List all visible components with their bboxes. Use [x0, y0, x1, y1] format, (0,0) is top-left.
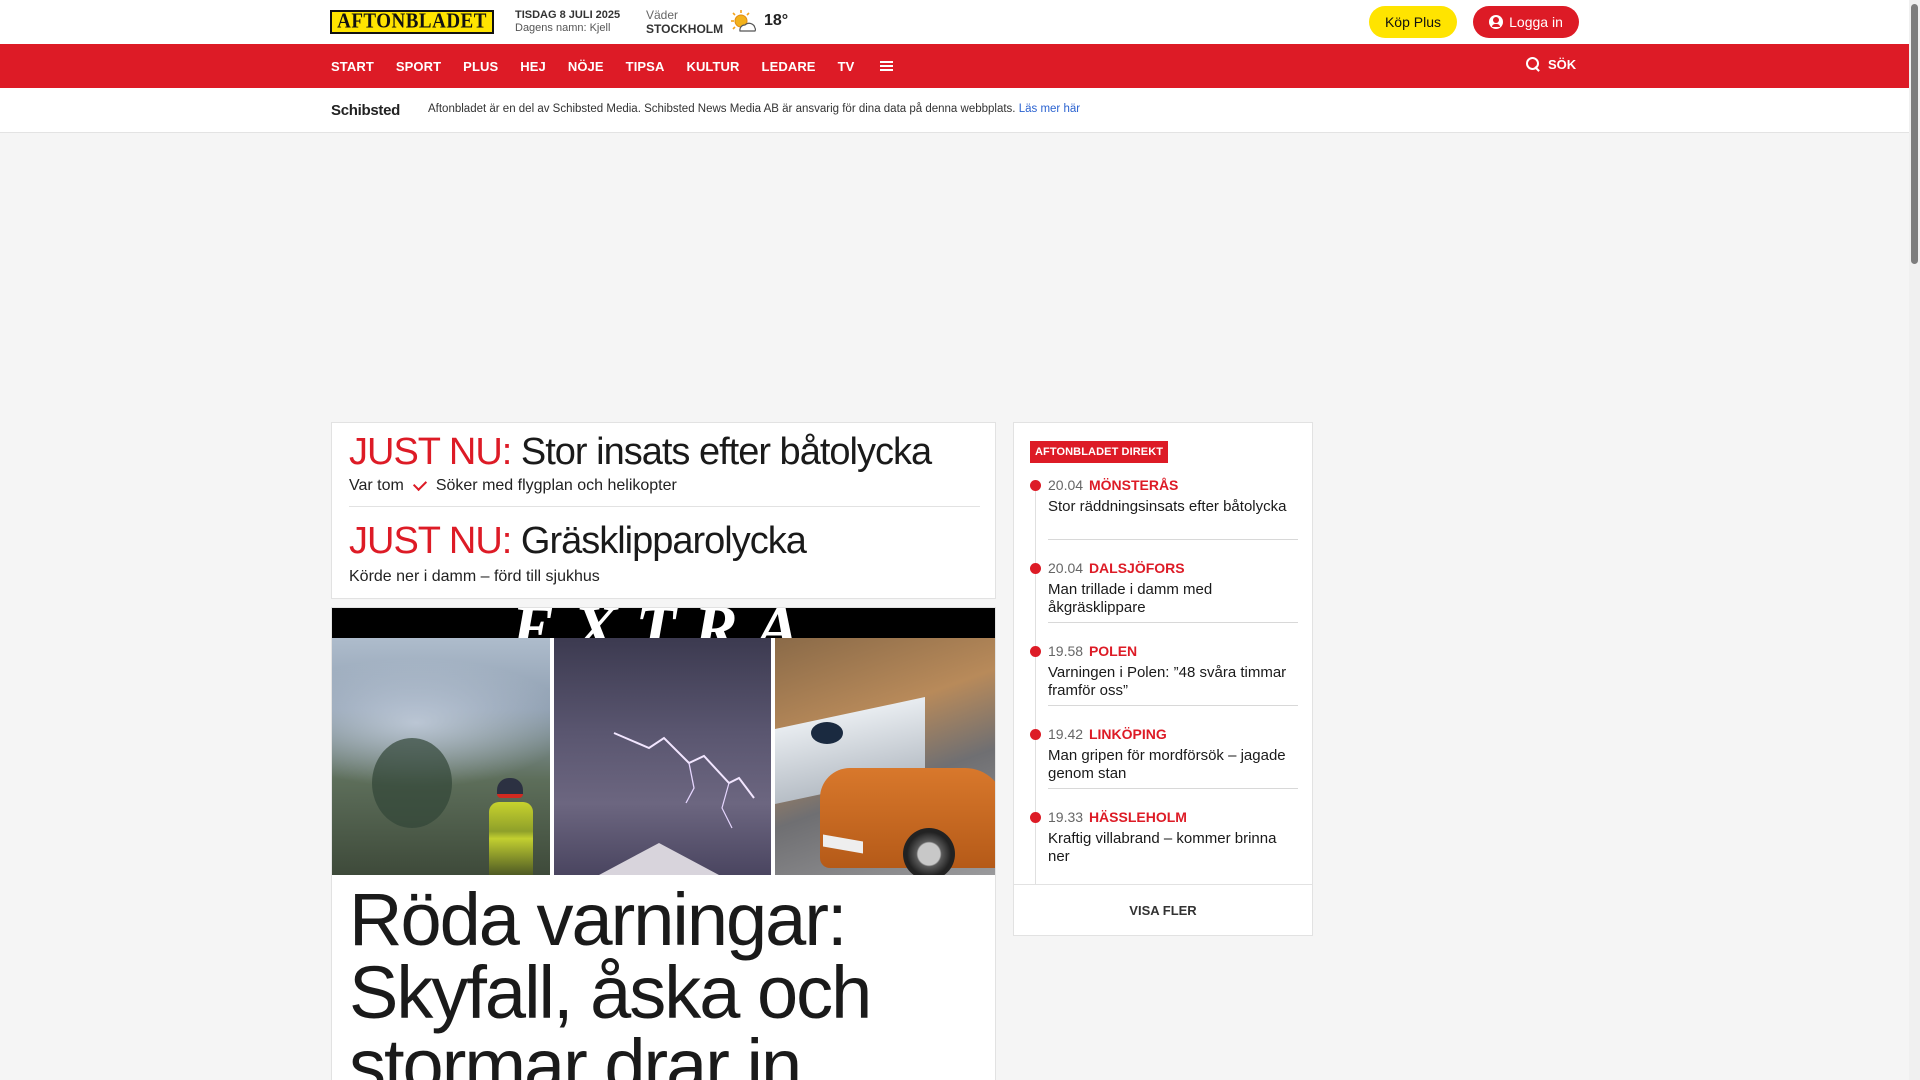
extra-banner: EXTRA: [332, 608, 995, 638]
divider: [1048, 705, 1298, 706]
nav-item-noje[interactable]: NÖJE: [568, 59, 604, 74]
divider: [1048, 539, 1298, 540]
buy-plus-button[interactable]: Köp Plus: [1369, 6, 1457, 38]
direkt-headline: Man trillade i damm med åkgräsklippare: [1048, 581, 1213, 616]
direkt-headline: Stor räddningsinsats efter båtolycka: [1048, 498, 1287, 515]
timeline-line: [1035, 485, 1036, 885]
search-label: SÖK: [1548, 57, 1577, 72]
just-nu-sub-2: Körde ner i damm – förd till sjukhus: [349, 568, 600, 585]
just-nu-sub-1: Var tom Söker med flygplan och helikopte…: [349, 476, 931, 495]
live-dot-icon: [1030, 812, 1041, 823]
just-nu-sub-b: Söker med flygplan och helikopter: [435, 477, 677, 494]
just-nu-sub-a: Var tom: [349, 477, 404, 494]
search-icon: [1526, 57, 1541, 72]
direkt-meta: 19.33 HÄSSLEHOLM: [1048, 809, 1187, 825]
main-nav: START SPORT PLUS HEJ NÖJE TIPSA KULTUR L…: [0, 44, 1909, 88]
nav-items: START SPORT PLUS HEJ NÖJE TIPSA KULTUR L…: [331, 44, 894, 88]
login-button[interactable]: Logga in: [1473, 6, 1579, 38]
just-nu-card: JUST NU: Stor insats efter båtolycka Var…: [331, 422, 996, 599]
current-date: TISDAG 8 JULI 2025: [515, 9, 621, 21]
divider: [1048, 788, 1298, 789]
just-nu-label: JUST NU:: [349, 520, 512, 562]
direkt-meta: 19.42 LINKÖPING: [1048, 726, 1167, 742]
direkt-place: MÖNSTERÅS: [1088, 477, 1179, 493]
top-bar: AFTONBLADET TISDAG 8 JULI 2025 Dagens na…: [0, 0, 1909, 44]
nav-item-plus[interactable]: PLUS: [463, 59, 498, 74]
just-nu-label: JUST NU:: [349, 431, 512, 473]
just-nu-title-1: JUST NU: Stor insats efter båtolycka: [349, 431, 932, 473]
weather-city: STOCKHOLM: [646, 22, 724, 36]
date-box: TISDAG 8 JULI 2025 Dagens namn: Kjell: [515, 9, 620, 35]
schibsted-bar: Schibsted Aftonbladet är en del av Schib…: [0, 88, 1909, 133]
direkt-place: LINKÖPING: [1088, 726, 1167, 742]
weather-label: Väder: [646, 8, 679, 22]
schibsted-notice: Aftonbladet är en del av Schibsted Media…: [428, 103, 1080, 115]
sun-cloud-icon: [731, 10, 756, 32]
scrollbar[interactable]: [1909, 0, 1920, 1080]
direkt-feed: AFTONBLADET DIREKT 20.04 MÖNSTERÅS Stor …: [1013, 422, 1313, 936]
aftonbladet-logo[interactable]: AFTONBLADET: [330, 10, 494, 34]
nav-item-tv[interactable]: TV: [838, 59, 855, 74]
lightning-photo: [554, 638, 771, 875]
just-nu-title-2: JUST NU: Gräsklipparolycka: [349, 520, 807, 562]
direkt-time: 19.33: [1048, 809, 1084, 825]
user-icon: [1489, 15, 1504, 29]
schibsted-logo: Schibsted: [331, 102, 400, 119]
nav-item-kultur[interactable]: KULTUR: [686, 59, 739, 74]
nav-item-hej[interactable]: HEJ: [520, 59, 546, 74]
read-more-link[interactable]: Läs mer här: [1019, 103, 1080, 115]
direkt-place: HÄSSLEHOLM: [1088, 809, 1187, 825]
search-button[interactable]: SÖK: [1526, 57, 1576, 72]
just-nu-headline: Stor insats efter båtolycka: [520, 431, 932, 473]
menu-icon[interactable]: [880, 61, 894, 71]
direkt-headline: Varningen i Polen: ”48 svåra timmar fram…: [1048, 664, 1287, 699]
temperature: 18°: [764, 12, 789, 29]
login-label: Logga in: [1509, 14, 1563, 30]
direkt-badge: AFTONBLADET DIREKT: [1030, 441, 1169, 463]
firefighter-photo: [332, 638, 550, 875]
direkt-meta: 19.58 POLEN: [1048, 643, 1137, 659]
scrollbar-thumb[interactable]: [1911, 4, 1918, 264]
live-dot-icon: [1030, 729, 1041, 740]
direkt-place: POLEN: [1088, 643, 1138, 659]
live-dot-icon: [1030, 646, 1041, 657]
live-dot-icon: [1030, 563, 1041, 574]
nav-item-ledare[interactable]: LEDARE: [762, 59, 816, 74]
weather-widget[interactable]: Väder STOCKHOLM: [646, 8, 723, 36]
direkt-meta: 20.04 DALSJÖFORS: [1048, 560, 1185, 576]
logo-text: AFTONBLADET: [337, 9, 487, 33]
direkt-headline: Kraftig villabrand – kommer brinna ner: [1048, 830, 1277, 865]
direkt-time: 19.42: [1048, 726, 1084, 742]
storm-damage-photo: [775, 638, 995, 875]
live-dot-icon: [1030, 480, 1041, 491]
just-nu-item-1[interactable]: JUST NU: Stor insats efter båtolycka Var…: [349, 431, 932, 495]
nav-item-sport[interactable]: SPORT: [396, 59, 441, 74]
divider: [349, 506, 980, 507]
just-nu-headline: Gräsklipparolycka: [520, 520, 807, 562]
direkt-meta: 20.04 MÖNSTERÅS: [1048, 477, 1178, 493]
hero-article[interactable]: EXTRA Röda varningar: Skyfall, åska och …: [331, 607, 996, 1080]
nav-item-start[interactable]: START: [331, 59, 374, 74]
direkt-time: 20.04: [1048, 560, 1084, 576]
nav-item-tipsa[interactable]: TIPSA: [626, 59, 665, 74]
direkt-place: DALSJÖFORS: [1088, 560, 1185, 576]
direkt-time: 19.58: [1048, 643, 1084, 659]
direkt-time: 20.04: [1048, 477, 1084, 493]
schibsted-text: Aftonbladet är en del av Schibsted Media…: [428, 103, 1016, 115]
direkt-headline: Man gripen för mordförsök – jagade genom…: [1048, 747, 1286, 782]
checkmark-icon: [412, 476, 427, 492]
hero-photo-collage: [332, 638, 995, 875]
just-nu-item-2[interactable]: JUST NU: Gräsklipparolycka Körde ner i d…: [349, 520, 807, 586]
hero-headline: Röda varningar: Skyfall, åska och storma…: [349, 878, 872, 1080]
divider: [1048, 622, 1298, 623]
extra-banner-text: EXTRA: [511, 608, 817, 638]
name-day: Dagens namn: Kjell: [515, 22, 611, 34]
show-more-button[interactable]: VISA FLER: [1014, 885, 1312, 935]
